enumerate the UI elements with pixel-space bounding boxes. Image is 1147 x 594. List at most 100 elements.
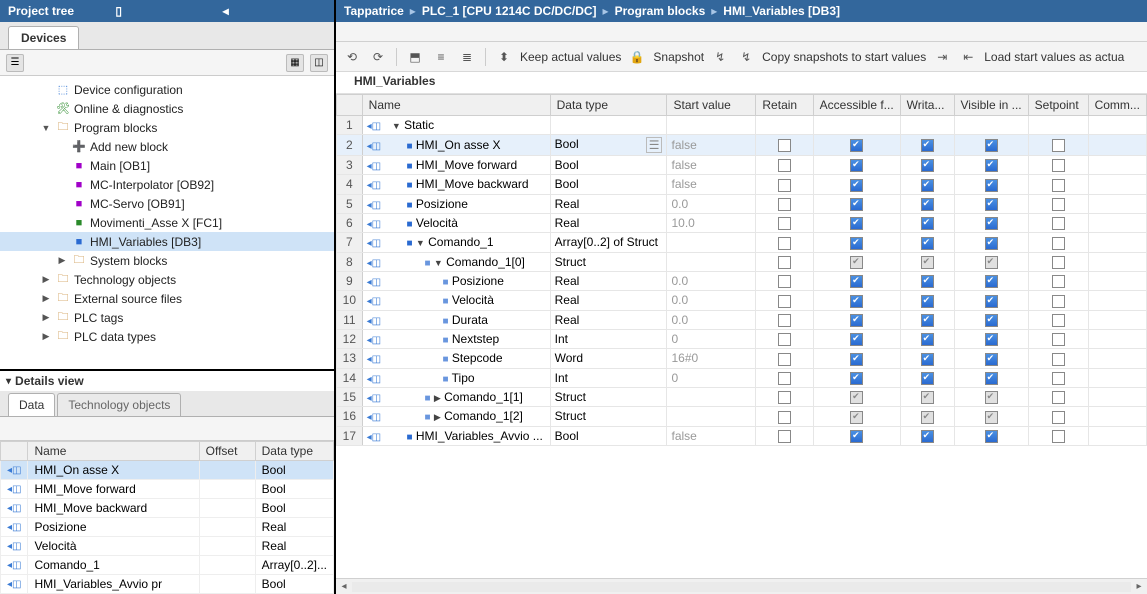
tb-icon-5[interactable]: ≣ xyxy=(457,47,477,67)
tree-item-6[interactable]: ■ MC-Servo [OB91] xyxy=(0,194,334,213)
crumb-1[interactable]: PLC_1 [CPU 1214C DC/DC/DC] xyxy=(422,4,597,18)
grid-row[interactable]: 4 ◂◫ ■ HMI_Move backward Bool false xyxy=(337,175,1147,194)
tb-copy-snapshots[interactable]: Copy snapshots to start values xyxy=(762,50,926,64)
tb-icon-10[interactable]: ⇤ xyxy=(958,47,978,67)
cell-setpoint[interactable] xyxy=(1028,194,1088,213)
col-h-1[interactable]: Name xyxy=(362,95,550,116)
cell-name[interactable]: ◂◫ ■ Tipo xyxy=(362,368,550,387)
cell-name[interactable]: ◂◫ ■ HMI_Variables_Avvio ... xyxy=(362,426,550,445)
col-h-3[interactable]: Start value xyxy=(667,95,756,116)
cell-startvalue[interactable]: 0 xyxy=(667,329,756,348)
cell-visible[interactable] xyxy=(954,387,1028,406)
cell-setpoint[interactable] xyxy=(1028,175,1088,194)
col-h-7[interactable]: Visible in ... xyxy=(954,95,1028,116)
cell-accessible[interactable] xyxy=(813,329,900,348)
cell-name[interactable]: ◂◫ ■ ▶ Comando_1[1] xyxy=(362,387,550,406)
cell-retain[interactable] xyxy=(756,368,813,387)
tab-devices[interactable]: Devices xyxy=(8,26,79,49)
cell-name[interactable]: ◂◫ ■ Posizione xyxy=(362,194,550,213)
cell-retain[interactable] xyxy=(756,387,813,406)
tree-item-10[interactable]: ▶ 🗀 Technology objects xyxy=(0,270,334,289)
col-h-0[interactable] xyxy=(337,95,363,116)
cell-comment[interactable] xyxy=(1088,349,1146,368)
grid-row[interactable]: 15 ◂◫ ■ ▶ Comando_1[1] Struct xyxy=(337,387,1147,406)
cell-accessible[interactable] xyxy=(813,349,900,368)
expand-icon[interactable]: ▶ xyxy=(56,255,68,266)
cell-type[interactable]: Struct xyxy=(550,387,667,406)
cell-setpoint[interactable] xyxy=(1028,213,1088,232)
cell-type[interactable] xyxy=(550,116,667,135)
project-tree[interactable]: ⬚ Device configuration 🛠 Online & diagno… xyxy=(0,76,334,369)
cell-comment[interactable] xyxy=(1088,194,1146,213)
col-h-5[interactable]: Accessible f... xyxy=(813,95,900,116)
cell-setpoint[interactable] xyxy=(1028,407,1088,426)
cell-type[interactable]: Struct xyxy=(550,407,667,426)
cell-comment[interactable] xyxy=(1088,310,1146,329)
cell-accessible[interactable] xyxy=(813,271,900,290)
expand-icon[interactable]: ▼ xyxy=(40,123,52,133)
cell-setpoint[interactable] xyxy=(1028,233,1088,252)
cell-startvalue[interactable]: 0.0 xyxy=(667,291,756,310)
cell-startvalue[interactable]: 0.0 xyxy=(667,271,756,290)
cell-accessible[interactable] xyxy=(813,252,900,271)
cell-type[interactable]: Bool☰ xyxy=(550,135,667,156)
expand-icon[interactable]: ▼ xyxy=(392,121,401,131)
tree-item-5[interactable]: ■ MC-Interpolator [OB92] xyxy=(0,175,334,194)
cell-type[interactable]: Real xyxy=(550,194,667,213)
grid-row[interactable]: 5 ◂◫ ■ Posizione Real 0.0 xyxy=(337,194,1147,213)
tree-item-12[interactable]: ▶ 🗀 PLC tags xyxy=(0,308,334,327)
expand-icon[interactable]: ▶ xyxy=(40,312,52,323)
cell-type[interactable]: Bool xyxy=(550,175,667,194)
cell-retain[interactable] xyxy=(756,213,813,232)
col-datatype[interactable]: Data type xyxy=(255,442,333,461)
cell-writable[interactable] xyxy=(900,368,954,387)
tree-item-2[interactable]: ▼ 🗀 Program blocks xyxy=(0,118,334,137)
cell-retain[interactable] xyxy=(756,407,813,426)
details-view-header[interactable]: ▾ Details view xyxy=(0,369,334,391)
cell-startvalue[interactable]: 0.0 xyxy=(667,310,756,329)
cell-writable[interactable] xyxy=(900,175,954,194)
cell-startvalue[interactable]: false xyxy=(667,175,756,194)
cell-accessible[interactable] xyxy=(813,310,900,329)
cell-startvalue[interactable] xyxy=(667,407,756,426)
grid-row[interactable]: 1 ◂◫ ▼ Static xyxy=(337,116,1147,135)
cell-writable[interactable] xyxy=(900,291,954,310)
col-name[interactable]: Name xyxy=(28,442,199,461)
variable-grid[interactable]: NameData typeStart valueRetainAccessible… xyxy=(336,94,1147,578)
pin-icon[interactable]: ▯ xyxy=(115,4,218,18)
grid-row[interactable]: 17 ◂◫ ■ HMI_Variables_Avvio ... Bool fal… xyxy=(337,426,1147,445)
details-table[interactable]: Name Offset Data type ◂◫ HMI_On asse X B… xyxy=(0,441,334,594)
cell-comment[interactable] xyxy=(1088,252,1146,271)
cell-writable[interactable] xyxy=(900,252,954,271)
cell-type[interactable]: Real xyxy=(550,213,667,232)
cell-accessible[interactable] xyxy=(813,194,900,213)
grid-row[interactable]: 2 ◂◫ ■ HMI_On asse X Bool☰ false xyxy=(337,135,1147,156)
cell-setpoint[interactable] xyxy=(1028,387,1088,406)
expand-icon[interactable]: ▼ xyxy=(416,238,425,248)
tree-item-0[interactable]: ⬚ Device configuration xyxy=(0,80,334,99)
cell-startvalue[interactable]: 0.0 xyxy=(667,194,756,213)
cell-visible[interactable] xyxy=(954,291,1028,310)
cell-name[interactable]: ◂◫ ■ Durata xyxy=(362,310,550,329)
cell-retain[interactable] xyxy=(756,175,813,194)
cell-retain[interactable] xyxy=(756,310,813,329)
cell-visible[interactable] xyxy=(954,213,1028,232)
tree-item-9[interactable]: ▶ 🗀 System blocks xyxy=(0,251,334,270)
cell-type[interactable]: Int xyxy=(550,329,667,348)
col-h-4[interactable]: Retain xyxy=(756,95,813,116)
cell-accessible[interactable] xyxy=(813,175,900,194)
details-row[interactable]: ◂◫ Comando_1 Array[0..2]... xyxy=(1,556,334,575)
tree-item-11[interactable]: ▶ 🗀 External source files xyxy=(0,289,334,308)
cell-comment[interactable] xyxy=(1088,271,1146,290)
cell-setpoint[interactable] xyxy=(1028,156,1088,175)
tree-item-4[interactable]: ■ Main [OB1] xyxy=(0,156,334,175)
cell-writable[interactable] xyxy=(900,387,954,406)
cell-writable[interactable] xyxy=(900,310,954,329)
cell-retain[interactable] xyxy=(756,291,813,310)
cell-retain[interactable] xyxy=(756,252,813,271)
cell-writable[interactable] xyxy=(900,213,954,232)
cell-setpoint[interactable] xyxy=(1028,135,1088,156)
tb-icon-3[interactable]: ⬒ xyxy=(405,47,425,67)
crumb-3[interactable]: HMI_Variables [DB3] xyxy=(723,4,840,18)
cell-retain[interactable] xyxy=(756,426,813,445)
